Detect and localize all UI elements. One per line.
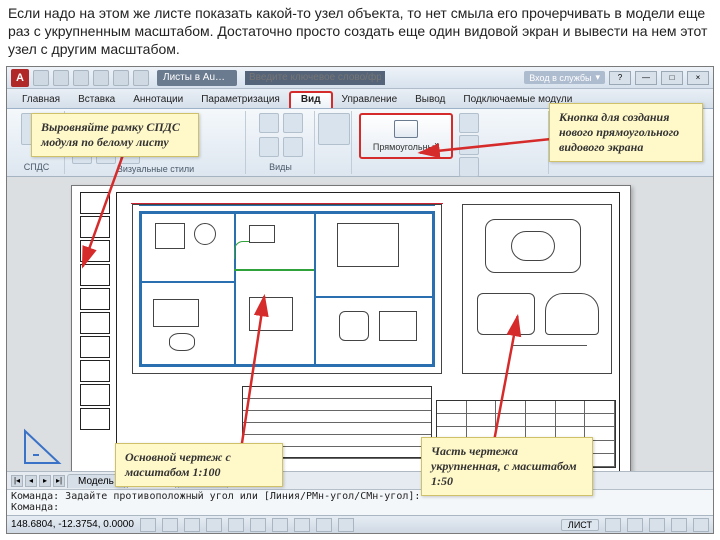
viewport-main[interactable] (132, 204, 442, 374)
viewport-detail[interactable] (462, 204, 612, 374)
status-polar-icon[interactable] (206, 518, 222, 532)
page-caption: Если надо на этом же листе показать како… (0, 0, 720, 61)
status-lw-icon[interactable] (316, 518, 332, 532)
command-prompt[interactable]: Команда: (11, 502, 709, 513)
frame-left-marks (80, 192, 110, 474)
view-icon-4[interactable] (283, 137, 303, 157)
qat-save-icon[interactable] (73, 70, 89, 86)
view-icon-2[interactable] (283, 113, 303, 133)
mtab-prev-icon[interactable]: ◂ (25, 475, 37, 487)
viewport-scale-icon[interactable] (459, 157, 479, 177)
qat-undo-icon[interactable] (93, 70, 109, 86)
mtab-next-icon[interactable]: ▸ (39, 475, 51, 487)
qat-redo-icon[interactable] (113, 70, 129, 86)
status-setting3-icon[interactable] (649, 518, 665, 532)
maximize-icon[interactable]: □ (661, 71, 683, 85)
floorplan-drawing (139, 211, 435, 367)
tab-parametric[interactable]: Параметризация (192, 91, 289, 108)
status-paper[interactable]: ЛИСТ (561, 519, 599, 531)
search-input[interactable] (245, 71, 385, 85)
tab-view[interactable]: Вид (289, 91, 333, 108)
status-ducs-icon[interactable] (272, 518, 288, 532)
callout-detail-scale: Часть чертежа укрупненная, с масштабом 1… (421, 437, 593, 496)
status-otrack-icon[interactable] (250, 518, 266, 532)
status-grid-icon[interactable] (162, 518, 178, 532)
app-window: A Листы в Au… Вход в службы▾ ? — □ × Гла… (6, 66, 714, 534)
status-qp-icon[interactable] (338, 518, 354, 532)
panel-visual-title: Визуальные стили (72, 164, 239, 174)
view-icon-1[interactable] (259, 113, 279, 133)
command-history: Команда: Задайте противоположный угол ил… (11, 491, 709, 502)
tab-output[interactable]: Вывод (406, 91, 454, 108)
rectangular-viewport-button[interactable]: Прямоугольный (359, 113, 453, 159)
mtab-first-icon[interactable]: |◂ (11, 475, 23, 487)
viewport-lock-icon[interactable] (459, 135, 479, 155)
callout-align-frame: Выровняйте рамку СПДС модуля по белому л… (31, 113, 199, 157)
ucs-icon (23, 425, 69, 465)
status-osnap-icon[interactable] (228, 518, 244, 532)
rect-viewport-icon (394, 120, 418, 138)
status-setting4-icon[interactable] (671, 518, 687, 532)
viewport-clip-icon[interactable] (459, 113, 479, 133)
view-icon-3[interactable] (259, 137, 279, 157)
tab-annotate[interactable]: Аннотации (124, 91, 192, 108)
callout-rect-button: Кнопка для создания нового прямоугольног… (549, 103, 703, 162)
titlebar: A Листы в Au… Вход в службы▾ ? — □ × (7, 67, 713, 89)
panel-spds-title: СПДС (24, 162, 50, 172)
panel-viewports: Прямоугольный Видовые экраны (353, 111, 549, 174)
qat-open-icon[interactable] (53, 70, 69, 86)
minimize-icon[interactable]: — (635, 71, 657, 85)
status-ortho-icon[interactable] (184, 518, 200, 532)
callout-main-scale: Основной чертеж с масштабом 1:100 (115, 443, 283, 487)
close-icon[interactable]: × (687, 71, 709, 85)
panel-cube (316, 111, 352, 174)
qat-new-icon[interactable] (33, 70, 49, 86)
app-logo[interactable]: A (11, 69, 29, 87)
detail-drawing (471, 213, 603, 365)
status-setting5-icon[interactable] (693, 518, 709, 532)
tab-insert[interactable]: Вставка (69, 91, 124, 108)
status-bar: 148.6804, -12.3754, 0.0000 ЛИСТ (7, 515, 713, 533)
status-snap-icon[interactable] (140, 518, 156, 532)
status-coords: 148.6804, -12.3754, 0.0000 (11, 519, 134, 530)
help-icon[interactable]: ? (609, 71, 631, 85)
rect-viewport-label: Прямоугольный (373, 142, 439, 152)
panel-views: Виды (247, 111, 315, 174)
tab-manage[interactable]: Управление (333, 91, 407, 108)
status-setting1-icon[interactable] (605, 518, 621, 532)
login-button[interactable]: Вход в службы▾ (524, 71, 605, 84)
qat-print-icon[interactable] (133, 70, 149, 86)
status-dyn-icon[interactable] (294, 518, 310, 532)
command-line[interactable]: Команда: Задайте противоположный угол ил… (7, 489, 713, 515)
doc-title: Листы в Au… (157, 70, 237, 86)
model-tabs: |◂ ◂ ▸ ▸| Модель Лист1 Лист2 (7, 471, 713, 489)
mtab-last-icon[interactable]: ▸| (53, 475, 65, 487)
tab-home[interactable]: Главная (13, 91, 69, 108)
viewcube-icon[interactable] (318, 113, 350, 145)
status-setting2-icon[interactable] (627, 518, 643, 532)
panel-views-title: Виды (269, 162, 292, 172)
